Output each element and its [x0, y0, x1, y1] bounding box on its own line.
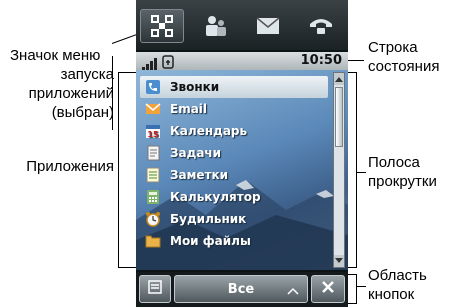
chevron-up-icon	[287, 282, 299, 300]
contacts-icon[interactable]	[193, 9, 237, 43]
callout-status-bar-line2: состояния	[368, 58, 440, 75]
leader-menu-icon	[112, 56, 113, 130]
email-icon	[144, 100, 162, 118]
status-time: 10:50	[300, 53, 342, 68]
tasks-icon	[144, 144, 162, 162]
list-item-label: Заметки	[170, 168, 229, 182]
scrollbar-thumb[interactable]	[335, 87, 343, 147]
list-item[interactable]: Email	[140, 98, 328, 120]
callout-menu-icon-line2: запуска	[60, 66, 114, 83]
callout-button-area-line1: Область	[368, 267, 427, 284]
list-item-label: Мои файлы	[170, 234, 251, 248]
callout-status-bar-line1: Строка	[368, 39, 418, 56]
leader-applications-v	[118, 72, 119, 268]
phone-icon[interactable]	[299, 9, 343, 43]
list-item-label: Задачи	[170, 146, 222, 160]
leader-button-area-top	[348, 274, 357, 275]
callout-button-area: Область кнопок	[368, 266, 454, 304]
alarm-icon	[144, 210, 162, 228]
list-item[interactable]: Звонки	[140, 76, 328, 98]
app-list: Звонки Email 15 Календарь Задачи Заметки…	[140, 76, 328, 252]
menu-button[interactable]	[139, 275, 171, 303]
phone-screen: 10:50 Звонки Email 15 Календарь Задачи З…	[136, 0, 348, 307]
leader-scrollbar-v	[356, 72, 357, 268]
leader-scrollbar-mid	[356, 172, 366, 173]
list-item-label: Будильник	[170, 212, 247, 226]
leader-applications-top	[118, 72, 136, 73]
message-icon[interactable]	[246, 9, 290, 43]
callout-scrollbar-line1: Полоса	[368, 154, 420, 171]
top-icon-bar	[136, 0, 348, 50]
callout-menu-icon-line4: (выбран)	[51, 104, 114, 121]
leader-button-area-v	[356, 274, 357, 304]
list-item-label: Email	[170, 102, 208, 116]
svg-text:15: 15	[147, 130, 159, 139]
scroll-down-arrow-icon[interactable]	[334, 255, 344, 267]
menu-list-icon	[148, 279, 162, 299]
close-icon	[320, 279, 336, 300]
callout-button-area-line2: кнопок	[368, 286, 415, 303]
all-filter-label: Все	[227, 281, 255, 297]
list-item[interactable]: 15 Календарь	[140, 120, 328, 142]
list-item[interactable]: Задачи	[140, 142, 328, 164]
leader-status-bar	[348, 60, 364, 61]
leader-button-area-bottom	[348, 303, 357, 304]
calendar-icon: 15	[144, 122, 162, 140]
leader-applications-bottom	[118, 267, 136, 268]
application-list-area: Звонки Email 15 Календарь Задачи Заметки…	[136, 70, 348, 270]
callout-menu-icon-line1: Значок меню	[10, 47, 101, 64]
list-item-label: Звонки	[170, 80, 220, 94]
status-bar: 10:50	[136, 52, 348, 70]
folder-icon	[144, 232, 162, 250]
callout-menu-icon: Значок меню запуска приложений (выбран)	[2, 46, 130, 122]
all-filter-button[interactable]: Все	[174, 275, 308, 303]
callout-scrollbar: Полоса прокрутки	[368, 153, 454, 191]
list-item[interactable]: Будильник	[140, 208, 328, 230]
calls-icon	[144, 78, 162, 96]
callout-menu-icon-line3: приложений	[28, 85, 114, 102]
list-item[interactable]: Калькулятор	[140, 186, 328, 208]
leader-scrollbar-bottom	[348, 267, 357, 268]
close-button[interactable]	[311, 275, 345, 303]
scrollbar[interactable]	[333, 72, 345, 268]
leader-scrollbar-top	[348, 72, 357, 73]
list-item[interactable]: Мои файлы	[140, 230, 328, 252]
list-item[interactable]: Заметки	[140, 164, 328, 186]
scroll-up-arrow-icon[interactable]	[334, 73, 344, 85]
callout-scrollbar-line2: прокрутки	[368, 173, 437, 190]
callout-applications: Приложения	[26, 158, 114, 175]
app-launcher-icon[interactable]	[140, 9, 184, 43]
calculator-icon	[144, 188, 162, 206]
button-bar: Все	[136, 272, 348, 307]
list-item-label: Калькулятор	[170, 190, 261, 204]
list-item-label: Календарь	[170, 124, 248, 138]
callout-status-bar: Строка состояния	[368, 38, 454, 76]
leader-button-area-mid	[356, 286, 366, 287]
notes-icon	[144, 166, 162, 184]
leader-menu-icon-top	[111, 33, 139, 44]
